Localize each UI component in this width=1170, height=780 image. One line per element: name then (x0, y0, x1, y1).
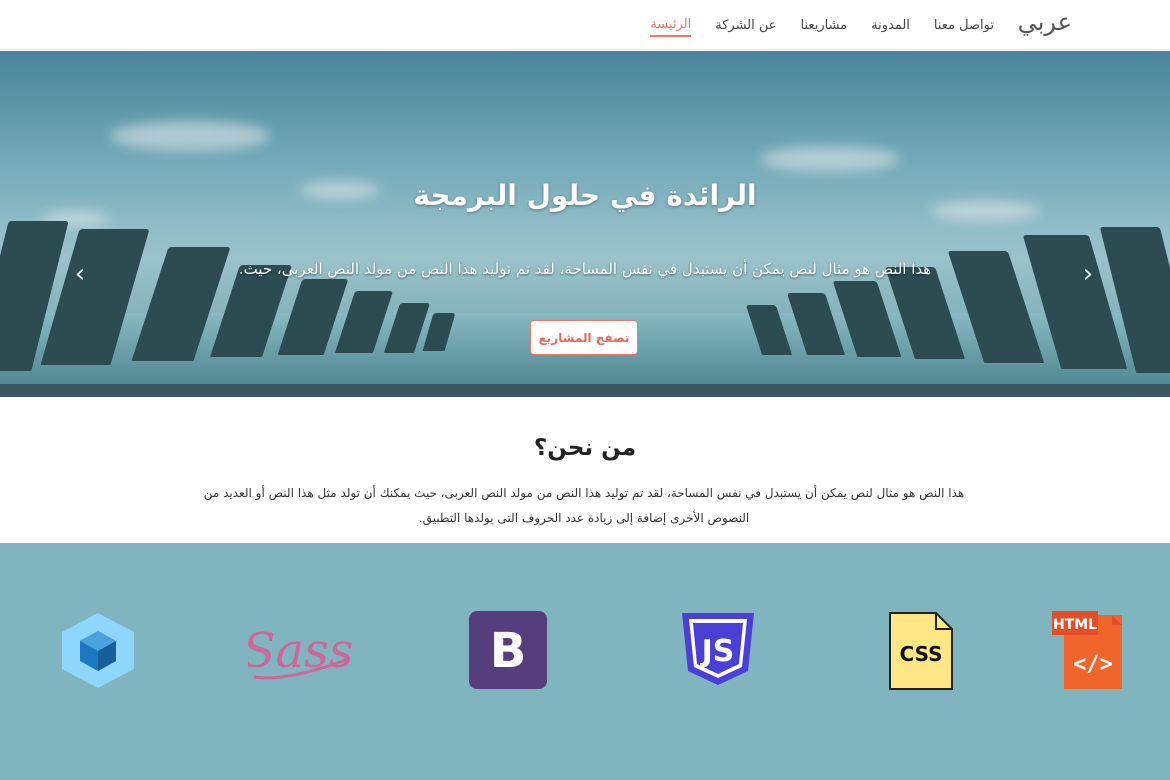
nav-link-home[interactable]: الرئيسة (650, 13, 692, 37)
nav-link-contact[interactable]: تواصل معنا (934, 14, 994, 37)
chevron-right-icon[interactable]: › (1077, 259, 1099, 289)
chevron-left-icon[interactable]: ‹ (69, 259, 91, 289)
browse-projects-button[interactable]: تصفح المشاريع (530, 320, 638, 355)
nav-item-contact: تواصل معنا (934, 14, 994, 37)
sass-logo-text: Sass (248, 623, 352, 679)
about-description: هذا النص هو مثال لنص يمكن أن يستبدل في ن… (203, 486, 965, 525)
css-logo-text: CSS (900, 642, 943, 666)
hero-title: الرائدة في حلول البرمجة (413, 179, 757, 212)
html5-logo-text: HTML (1053, 617, 1097, 633)
nav-item-about: عن الشركة (715, 14, 776, 37)
nav-link-blog[interactable]: المدونة (871, 14, 910, 37)
svg-text:</>: </> (1073, 652, 1113, 677)
bootstrap-logo-letter: B (490, 623, 527, 679)
brand-logo[interactable]: عربي (1018, 8, 1072, 36)
about-title: من نحن؟ (533, 435, 637, 461)
about-section: من نحن؟ هذا النص هو مثال لنص يمكن أن يست… (0, 397, 1170, 543)
nav-link-projects[interactable]: مشاريعنا (801, 14, 848, 37)
bootstrap-icon: B (469, 611, 547, 689)
nav-item-home: الرئيسة (650, 13, 692, 37)
javascript-logo-text: JS (700, 634, 735, 669)
technologies-section: Sass B JS CSS HTML </> (0, 543, 1170, 780)
css-icon: CSS (889, 612, 953, 690)
nav-item-blog: المدونة (871, 14, 910, 37)
hero-description: هذا النص هو مثال لنص يمكن أن يستبدل في ن… (238, 260, 932, 278)
navbar: عربي الرئيسة عن الشركة مشاريعنا المدونة … (0, 0, 1170, 50)
hero-carousel: الرائدة في حلول البرمجة هذا النص هو مثال… (0, 51, 1170, 397)
nav-item-projects: مشاريعنا (801, 14, 848, 37)
html5-icon: HTML </> (1052, 611, 1122, 689)
nav-menu: الرئيسة عن الشركة مشاريعنا المدونة تواصل… (650, 0, 994, 50)
sass-icon: Sass (248, 623, 352, 680)
javascript-icon: JS (682, 613, 754, 685)
webpack-icon (62, 613, 134, 688)
nav-link-about[interactable]: عن الشركة (715, 14, 776, 37)
